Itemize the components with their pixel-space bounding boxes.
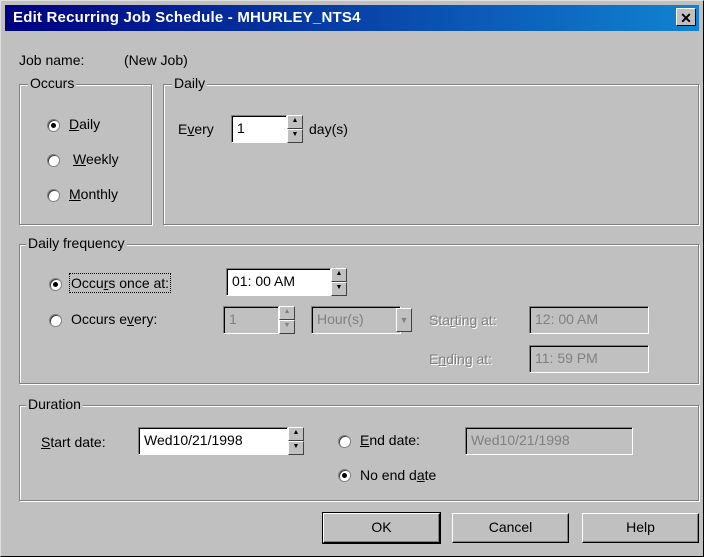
close-button[interactable]: ✕ — [676, 8, 696, 26]
starting-at-value: 12: 00 AM — [535, 311, 599, 327]
start-date-value: Wed10/21/1998 — [144, 432, 243, 448]
occurs-every-label[interactable]: Occurs every: — [71, 311, 157, 327]
every-interval-input[interactable]: 1 — [223, 306, 279, 334]
start-date-spinner[interactable]: ▲ ▼ — [288, 427, 304, 455]
close-icon: ✕ — [680, 10, 692, 26]
job-name-value: (New Job) — [124, 52, 188, 68]
every-interval-spinner[interactable]: ▲ ▼ — [279, 306, 295, 334]
occurs-monthly-radio[interactable] — [47, 189, 60, 202]
end-date-value: Wed10/21/1998 — [471, 432, 570, 448]
occurs-daily-text: aily — [79, 116, 101, 132]
every-days-spinner[interactable]: ▲ ▼ — [287, 115, 303, 143]
end-date-input[interactable]: Wed10/21/1998 — [465, 427, 633, 455]
occurs-daily-radio[interactable] — [47, 119, 60, 132]
starting-at-input[interactable]: 12: 00 AM — [529, 306, 649, 334]
daily-legend: Daily — [172, 75, 208, 91]
ending-at-value: 11: 59 PM — [535, 350, 598, 366]
occurs-every-radio[interactable] — [49, 314, 62, 327]
spin-up-icon[interactable]: ▲ — [279, 306, 295, 320]
once-time-value: 01: 00 AM — [232, 273, 296, 289]
start-date-label: Start date: — [41, 434, 106, 450]
interval-unit-select[interactable]: Hour(s) — [311, 306, 401, 334]
spin-up-icon[interactable]: ▲ — [331, 268, 347, 282]
daily-frequency-legend: Daily frequency — [26, 235, 127, 251]
spin-down-icon[interactable]: ▼ — [288, 441, 304, 455]
title-bar[interactable]: Edit Recurring Job Schedule - MHURLEY_NT… — [5, 5, 699, 31]
no-end-date-label[interactable]: No end date — [360, 467, 436, 483]
help-button[interactable]: Help — [582, 513, 699, 543]
end-date-label[interactable]: End date: — [360, 432, 420, 448]
ending-at-label: Ending at: — [429, 351, 493, 367]
ok-button[interactable]: OK — [322, 512, 441, 544]
occurs-once-radio[interactable] — [49, 278, 62, 291]
every-interval-value: 1 — [229, 311, 237, 327]
ending-at-input[interactable]: 11: 59 PM — [529, 345, 649, 373]
daily-group — [163, 84, 699, 225]
occurs-weekly-label[interactable]: Weekly — [73, 151, 119, 167]
chevron-down-icon[interactable]: ▼ — [396, 308, 412, 332]
spin-down-icon[interactable]: ▼ — [279, 320, 295, 334]
spin-down-icon[interactable]: ▼ — [331, 282, 347, 296]
occurs-daily-label[interactable]: Daily — [69, 116, 100, 132]
occurs-once-label[interactable]: Occurs once at: — [68, 273, 172, 293]
window-title: Edit Recurring Job Schedule - MHURLEY_NT… — [13, 9, 361, 26]
dialog-window: Edit Recurring Job Schedule - MHURLEY_NT… — [0, 0, 704, 557]
occurs-weekly-radio[interactable] — [47, 154, 60, 167]
duration-legend: Duration — [26, 396, 83, 412]
every-days-value: 1 — [237, 120, 245, 136]
every-days-input[interactable]: 1 — [231, 115, 287, 143]
occurs-monthly-text: onthly — [80, 186, 119, 202]
spin-down-icon[interactable]: ▼ — [287, 129, 303, 143]
spin-up-icon[interactable]: ▲ — [288, 427, 304, 441]
occurs-legend: Occurs — [28, 75, 77, 91]
end-date-radio[interactable] — [338, 435, 351, 448]
once-time-input[interactable]: 01: 00 AM — [226, 268, 331, 296]
interval-unit-dropdown[interactable]: ▼ — [396, 308, 412, 332]
occurs-weekly-text: eekly — [85, 151, 119, 167]
every-label: Every — [178, 121, 214, 137]
interval-unit-value: Hour(s) — [317, 311, 364, 327]
days-unit-label: day(s) — [309, 121, 348, 137]
once-time-spinner[interactable]: ▲ ▼ — [331, 268, 347, 296]
occurs-monthly-label[interactable]: Monthly — [69, 186, 118, 202]
cancel-button[interactable]: Cancel — [452, 513, 569, 543]
no-end-date-radio[interactable] — [338, 469, 351, 482]
spin-up-icon[interactable]: ▲ — [287, 115, 303, 129]
start-date-input[interactable]: Wed10/21/1998 — [138, 427, 288, 455]
starting-at-label: Starting at: — [429, 312, 497, 328]
job-name-label: Job name: — [19, 52, 85, 68]
